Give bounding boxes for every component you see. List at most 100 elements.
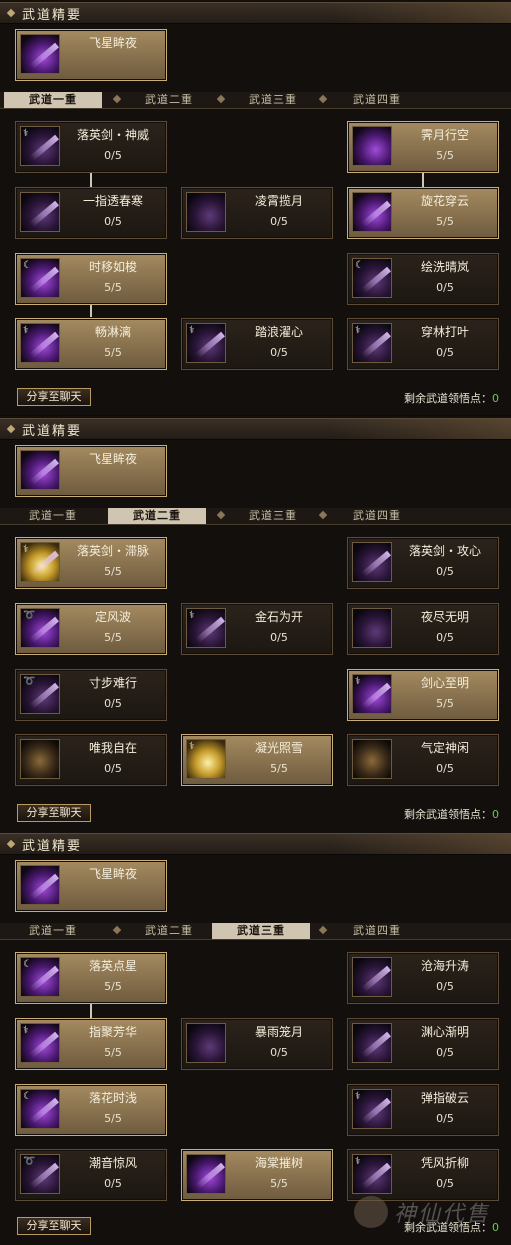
skill-card[interactable]: 夜尽无明 0/5	[347, 603, 499, 655]
skill-card[interactable]: 霁月行空 5/5	[347, 121, 499, 173]
essence-card[interactable]: 飞星眸夜	[15, 860, 167, 912]
skill-card[interactable]: 一指透春寒 0/5	[15, 187, 167, 239]
night-end-icon	[352, 608, 392, 648]
self-figure-icon	[20, 739, 60, 779]
remaining-points: 剩余武道领悟点：0	[404, 390, 499, 406]
skill-card[interactable]: ☾ 时移如梭 5/5	[15, 253, 167, 305]
skill-name: 落英剑・神威	[76, 128, 149, 142]
skill-card[interactable]: ⚕ 畅淋漓 5/5	[15, 318, 167, 370]
skill-card[interactable]: ⚕ 剑心至明 5/5	[347, 669, 499, 721]
tab-tier-4[interactable]: 武道四重	[328, 923, 426, 939]
talent-panel-3: 武道精要 飞星眸夜 武道一重 武道二重 武道三重 武道四重 ☾ 落英点星 5/5…	[0, 831, 511, 1245]
skill-card[interactable]: ➰ 寸步难行 0/5	[15, 669, 167, 721]
skill-name: 夜尽无明	[420, 610, 469, 624]
tab-tier-3[interactable]: 武道三重	[224, 92, 322, 108]
skill-name: 一指透春寒	[82, 194, 143, 208]
star-point-icon: ☾	[20, 957, 60, 997]
tab-tier-2[interactable]: 武道二重	[120, 923, 218, 939]
skill-card[interactable]: ➰ 潮音惊风 0/5	[15, 1149, 167, 1201]
skill-level: 0/5	[436, 980, 454, 993]
tab-tier-2[interactable]: 武道二重	[120, 92, 218, 108]
essence-card[interactable]: 飞星眸夜	[15, 445, 167, 497]
sword-heart-icon: ⚕	[352, 674, 392, 714]
skill-card[interactable]: ⚕ 弹指破云 0/5	[347, 1084, 499, 1136]
tier-tabs: 武道一重 武道二重 武道三重 武道四重	[0, 508, 511, 525]
share-to-chat-button[interactable]: 分享至聊天	[17, 1217, 91, 1235]
talent-panel-2: 武道精要 飞星眸夜 武道一重 武道二重 武道三重 武道四重 ⚕ 落英剑・滞脉 5…	[0, 416, 511, 831]
section-title: 武道精要	[22, 8, 83, 23]
tab-tier-1[interactable]: 武道一重	[4, 92, 102, 108]
skill-name: 旋花穿云	[420, 194, 469, 208]
mist-wash-icon: ☾	[352, 258, 392, 298]
skill-card[interactable]: 沧海升涛 0/5	[347, 952, 499, 1004]
skill-name: 暴雨笼月	[254, 1025, 303, 1039]
skill-card[interactable]: 旋花穿云 5/5	[347, 187, 499, 239]
skill-card[interactable]: ⚕ 落英剑・神威 0/5	[15, 121, 167, 173]
skill-name: 落英剑・滞脉	[76, 544, 149, 558]
skill-card[interactable]: ⚕ 穿林打叶 0/5	[347, 318, 499, 370]
skill-card[interactable]: 海棠摧树 5/5	[181, 1149, 333, 1201]
tier-tabs: 武道一重 武道二重 武道三重 武道四重	[0, 923, 511, 940]
skill-level: 0/5	[270, 215, 288, 228]
remaining-points-label: 剩余武道领悟点：	[404, 808, 492, 821]
skill-card[interactable]: 渊心渐明 0/5	[347, 1018, 499, 1070]
stone-break-icon: ⚕	[186, 608, 226, 648]
remaining-points-value: 0	[492, 392, 499, 405]
skill-connector	[90, 172, 92, 187]
essence-name: 飞星眸夜	[88, 452, 137, 466]
skill-level: 5/5	[436, 697, 454, 710]
skill-card[interactable]: ⚕ 金石为开 0/5	[181, 603, 333, 655]
skill-name: 落花时浅	[88, 1091, 137, 1105]
tab-tier-1[interactable]: 武道一重	[4, 508, 102, 524]
share-to-chat-button[interactable]: 分享至聊天	[17, 804, 91, 822]
skill-card[interactable]: ☾ 绘洗晴岚 0/5	[347, 253, 499, 305]
skill-name: 寸步难行	[88, 676, 137, 690]
flowing-blade-icon: ⚕	[20, 323, 60, 363]
skill-name: 凝光照雪	[254, 741, 303, 755]
tab-tier-3[interactable]: 武道三重	[212, 923, 310, 939]
tab-tier-4[interactable]: 武道四重	[328, 92, 426, 108]
skill-card[interactable]: 落英剑・攻心 0/5	[347, 537, 499, 589]
skill-card[interactable]: ⚕ 指聚芳华 5/5	[15, 1018, 167, 1070]
tab-tier-4[interactable]: 武道四重	[328, 508, 426, 524]
skill-card[interactable]: ☾ 落花时浅 5/5	[15, 1084, 167, 1136]
sword-arc-icon	[352, 542, 392, 582]
share-to-chat-button[interactable]: 分享至聊天	[17, 388, 91, 406]
shadow-figure-icon	[352, 126, 392, 166]
skill-level: 0/5	[436, 346, 454, 359]
leaf-strike-icon: ⚕	[352, 323, 392, 363]
skill-card[interactable]: 凌霄揽月 0/5	[181, 187, 333, 239]
skill-level: 0/5	[436, 1046, 454, 1059]
skill-card[interactable]: ⚕ 凝光照雪 5/5	[181, 734, 333, 786]
finger-bloom-icon: ⚕	[20, 1023, 60, 1063]
finger-strike-icon	[20, 192, 60, 232]
skill-level: 0/5	[436, 762, 454, 775]
flying-star-icon	[20, 34, 60, 74]
skill-level: 5/5	[436, 215, 454, 228]
storm-moon-icon	[186, 1023, 226, 1063]
skill-card[interactable]: ⚕ 踏浪濯心 0/5	[181, 318, 333, 370]
skill-card[interactable]: ☾ 落英点星 5/5	[15, 952, 167, 1004]
skill-card[interactable]: ➰ 定风波 5/5	[15, 603, 167, 655]
skill-card[interactable]: 暴雨笼月 0/5	[181, 1018, 333, 1070]
skill-name: 渊心渐明	[420, 1025, 469, 1039]
skill-card[interactable]: 气定神闲 0/5	[347, 734, 499, 786]
skill-name: 海棠摧树	[254, 1156, 303, 1170]
skill-level: 5/5	[436, 149, 454, 162]
skill-level: 0/5	[270, 346, 288, 359]
tab-tier-1[interactable]: 武道一重	[4, 923, 102, 939]
remaining-points-value: 0	[492, 808, 499, 821]
essence-card[interactable]: 飞星眸夜	[15, 29, 167, 81]
skill-level: 0/5	[436, 1112, 454, 1125]
section-header: 武道精要	[0, 2, 511, 24]
slow-step-icon: ➰	[20, 674, 60, 714]
moon-grab-icon	[186, 192, 226, 232]
skill-level: 0/5	[436, 1177, 454, 1190]
tab-tier-2[interactable]: 武道二重	[108, 508, 206, 524]
skill-card[interactable]: 唯我自在 0/5	[15, 734, 167, 786]
abyss-heart-icon	[352, 1023, 392, 1063]
skill-level: 0/5	[104, 762, 122, 775]
skill-card[interactable]: ⚕ 落英剑・滞脉 5/5	[15, 537, 167, 589]
section-title: 武道精要	[22, 424, 83, 439]
tab-tier-3[interactable]: 武道三重	[224, 508, 322, 524]
